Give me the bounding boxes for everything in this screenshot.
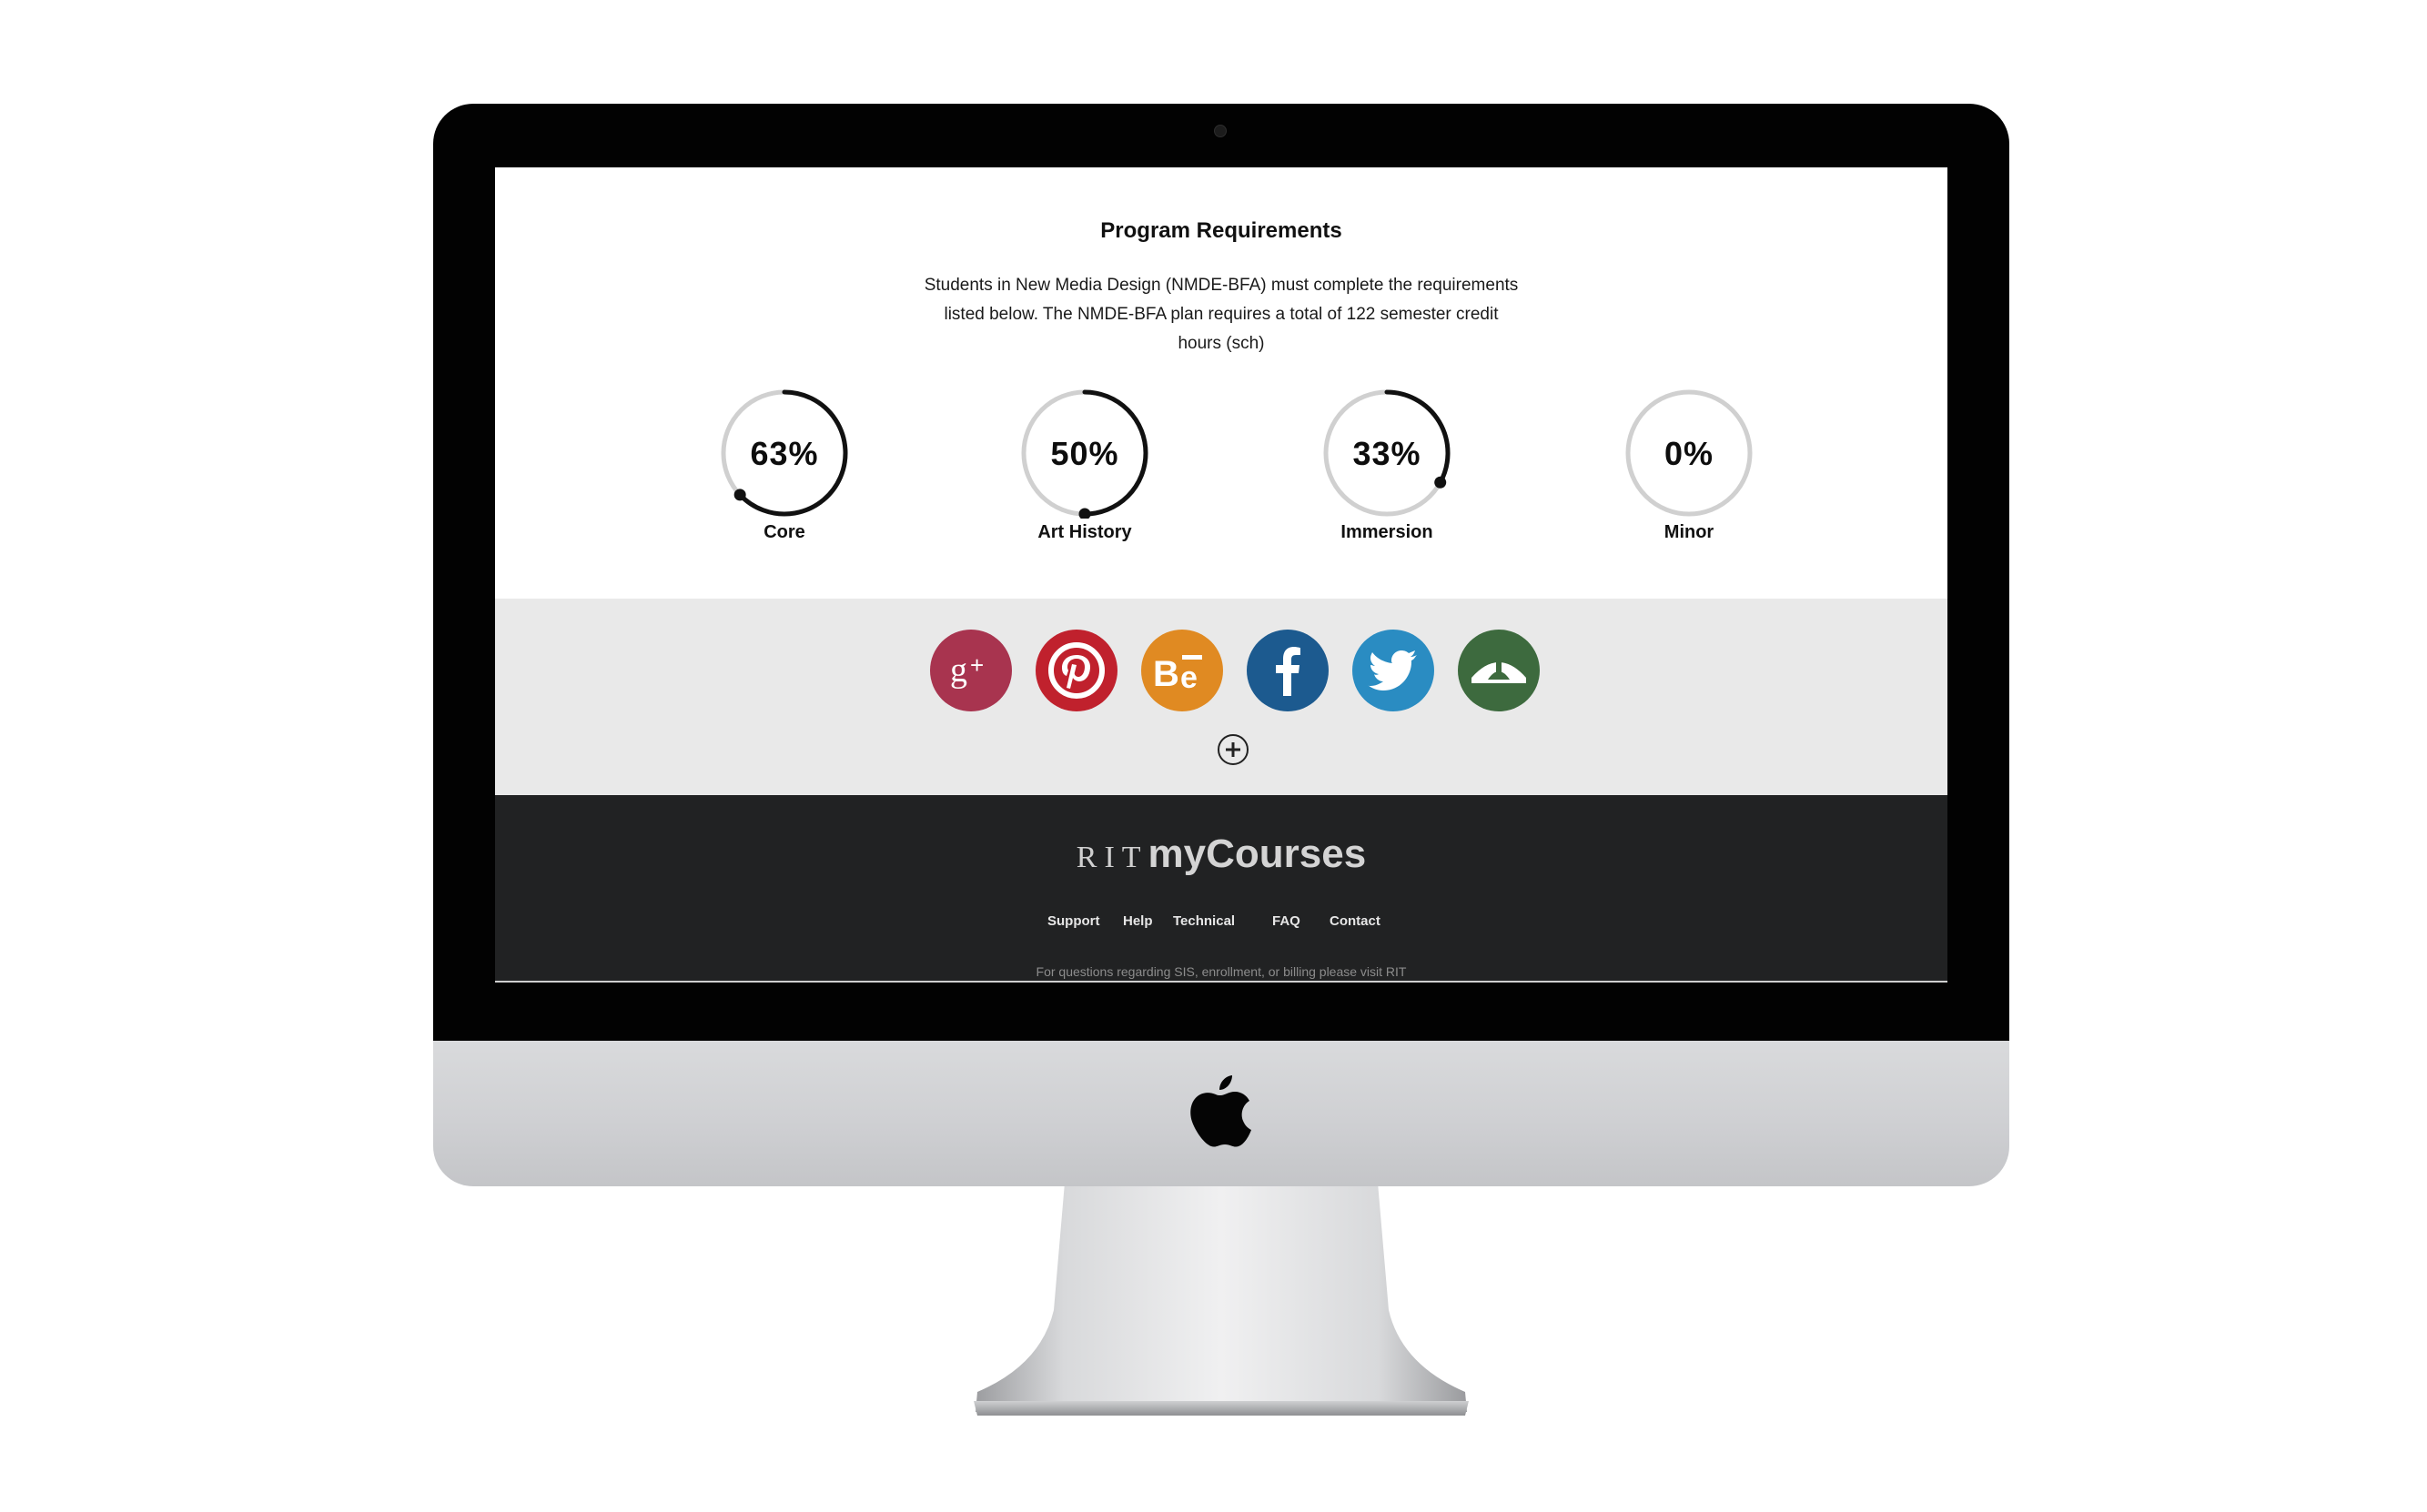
footer-link-technical[interactable]: Technical	[1173, 913, 1235, 929]
twitter-icon	[1368, 650, 1417, 690]
behance-button[interactable]: B e	[1141, 630, 1223, 711]
progress-label: Art History	[1037, 522, 1132, 542]
section-description: Students in New Media Design (NMDE-BFA) …	[924, 276, 1519, 353]
footer-link-faq[interactable]: FAQ	[1272, 913, 1300, 929]
social-bar: g + B e	[495, 599, 1947, 795]
program-requirements-section: Program Requirements Students in New Med…	[495, 167, 1947, 599]
svg-text:e: e	[1180, 660, 1198, 693]
progress-percent: 33%	[1352, 435, 1421, 472]
progress-minor[interactable]: 0% Minor	[1616, 388, 1762, 551]
deviantart-button[interactable]	[1458, 630, 1540, 711]
facebook-icon	[1276, 647, 1300, 696]
brand-name: myCourses	[1148, 832, 1367, 876]
svg-text:g: g	[950, 651, 967, 690]
progress-label: Immersion	[1340, 522, 1433, 542]
screen: Program Requirements Students in New Med…	[495, 167, 1947, 983]
progress-label: Minor	[1664, 522, 1714, 542]
footer-link-contact[interactable]: Contact	[1330, 913, 1380, 929]
deviantart-icon	[1471, 656, 1526, 683]
brand-logo[interactable]: RITmyCourses	[495, 832, 1947, 877]
progress-core[interactable]: 63% Core	[712, 388, 857, 551]
progress-percent: 63%	[750, 435, 819, 472]
footer-link-support[interactable]: Support	[1047, 913, 1100, 929]
footer-divider	[495, 981, 1947, 983]
pinterest-icon	[1048, 642, 1105, 699]
progress-immersion[interactable]: 33% Immersion	[1314, 388, 1460, 551]
pinterest-button[interactable]	[1036, 630, 1117, 711]
brand-prefix: RIT	[1076, 841, 1148, 874]
twitter-button[interactable]	[1352, 630, 1434, 711]
progress-percent: 0%	[1664, 435, 1714, 472]
google-plus-icon: g +	[950, 651, 984, 690]
add-more-icon[interactable]	[1217, 733, 1249, 766]
progress-art-history[interactable]: 50% Art History	[1012, 388, 1158, 551]
behance-icon: B e	[1153, 654, 1202, 693]
svg-text:B: B	[1153, 654, 1179, 693]
footer: RITmyCourses Support Help Technical FAQ …	[495, 795, 1947, 983]
footer-link-help[interactable]: Help	[1123, 913, 1153, 929]
google-plus-button[interactable]: g +	[930, 630, 1012, 711]
footer-note: For questions regarding SIS, enrollment,…	[1036, 964, 1407, 979]
facebook-button[interactable]	[1247, 630, 1329, 711]
progress-percent: 50%	[1050, 435, 1119, 472]
apple-logo-icon	[1190, 1075, 1251, 1147]
webcam	[1214, 125, 1227, 137]
progress-label: Core	[763, 522, 805, 542]
svg-text:+: +	[970, 651, 984, 679]
section-title: Program Requirements	[1100, 218, 1342, 243]
